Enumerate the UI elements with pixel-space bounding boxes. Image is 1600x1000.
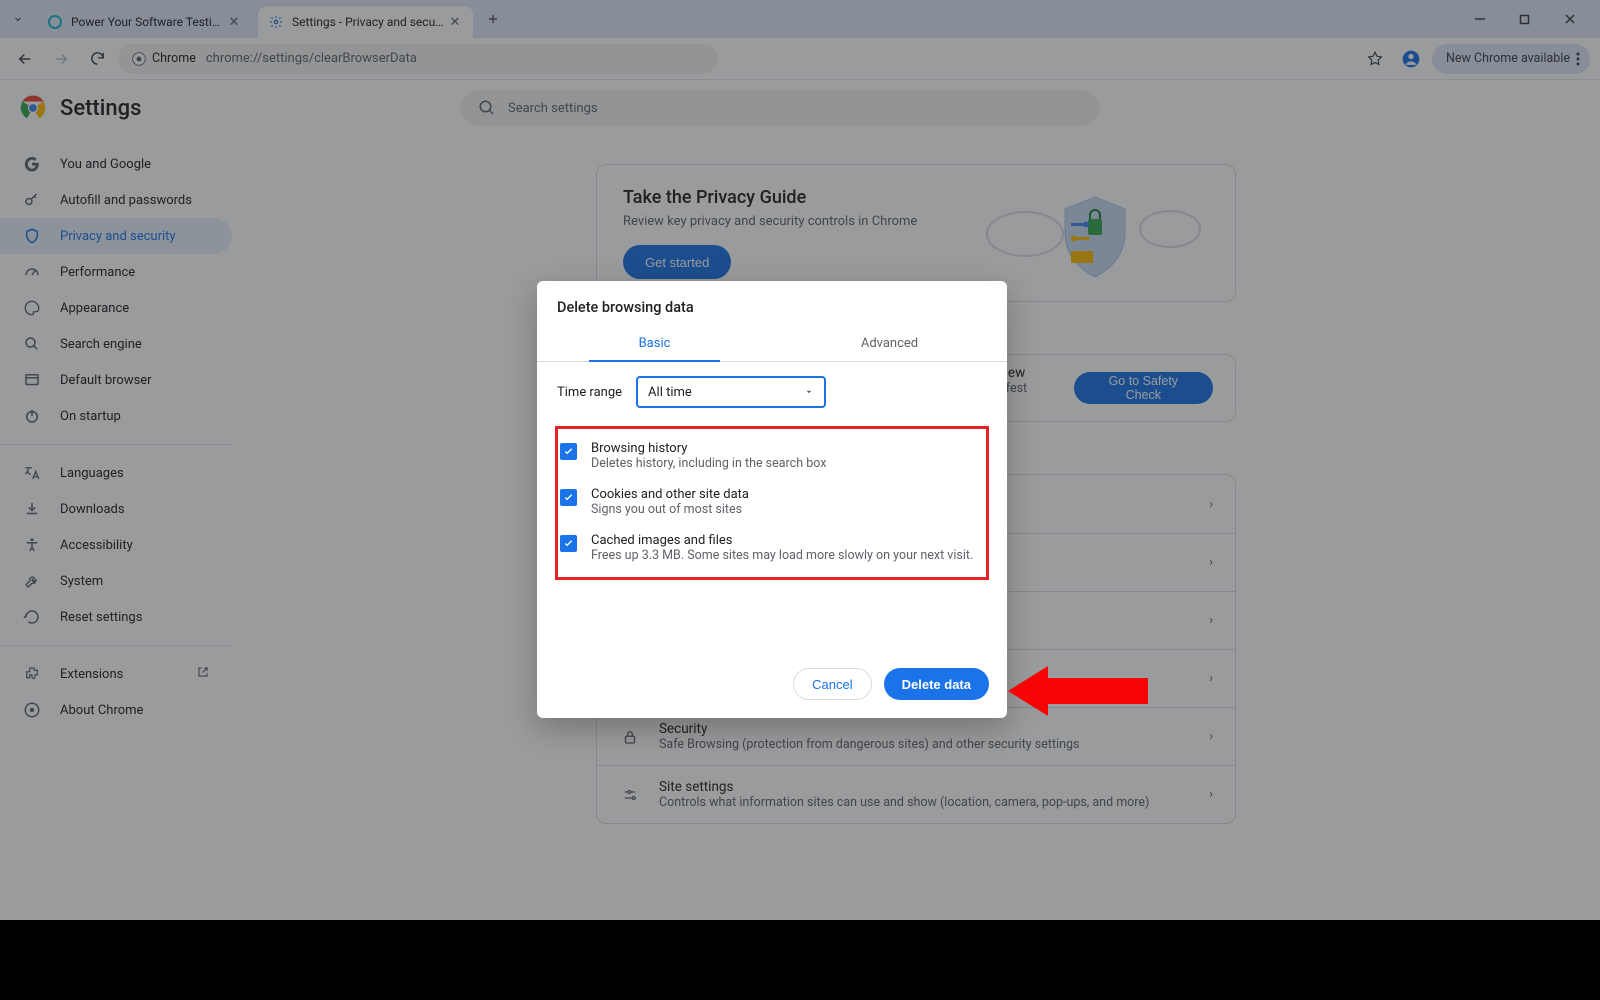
- checkbox-checked[interactable]: [560, 535, 577, 552]
- time-range-select[interactable]: All time: [636, 376, 826, 408]
- option-browsing-history[interactable]: Browsing historyDeletes history, includi…: [558, 433, 986, 479]
- dialog-tabs: Basic Advanced: [537, 326, 1007, 362]
- delete-data-button[interactable]: Delete data: [884, 668, 989, 700]
- option-cached-images[interactable]: Cached images and filesFrees up 3.3 MB. …: [558, 525, 986, 571]
- highlight-annotation: Browsing historyDeletes history, includi…: [555, 426, 989, 580]
- dialog-actions: Cancel Delete data: [537, 652, 1007, 718]
- option-cookies[interactable]: Cookies and other site dataSigns you out…: [558, 479, 986, 525]
- dialog-title: Delete browsing data: [537, 281, 1007, 326]
- tab-basic[interactable]: Basic: [537, 326, 772, 361]
- checkbox-checked[interactable]: [560, 489, 577, 506]
- caret-down-icon: [804, 387, 814, 397]
- time-range-label: Time range: [557, 385, 622, 400]
- cancel-button[interactable]: Cancel: [793, 668, 871, 700]
- time-range-row: Time range All time: [537, 362, 1007, 422]
- delete-browsing-data-dialog: Delete browsing data Basic Advanced Time…: [537, 281, 1007, 718]
- time-range-value: All time: [648, 385, 692, 400]
- arrow-annotation: [1008, 666, 1148, 706]
- tab-advanced[interactable]: Advanced: [772, 326, 1007, 361]
- checkbox-checked[interactable]: [560, 443, 577, 460]
